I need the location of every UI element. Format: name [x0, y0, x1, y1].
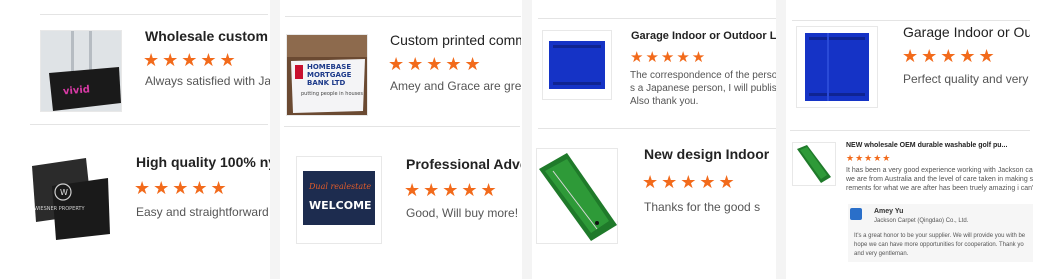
product-title[interactable]: New design Indoor [644, 146, 769, 162]
card-divider [538, 18, 776, 19]
mat-text-1: Dual realestate [308, 182, 371, 191]
review-text-line: The correspondence of the person [630, 70, 776, 81]
review-text: Good, Will buy more! [406, 206, 519, 220]
product-title[interactable]: High quality 100% nylo [136, 154, 270, 170]
star-rating: ★★★★★ [134, 178, 230, 198]
mat-text-2: WIESNER PROPERTY [34, 206, 85, 212]
review-card[interactable]: Dual realestate WELCOME Professional Adv… [284, 130, 521, 248]
card-divider [792, 20, 1030, 21]
review-text: Perfect quality and very f [903, 72, 1030, 86]
mat-image: W WIESNER PROPERTY [30, 156, 110, 240]
green-putting-mat-photo[interactable] [536, 148, 618, 244]
column-gap [776, 0, 786, 279]
mat-image: vivid [41, 31, 121, 111]
mat-text-2: MORTGAGE [307, 71, 352, 79]
mat-text-2: WELCOME [309, 199, 372, 212]
product-title[interactable]: Garage Indoor or Outd [903, 24, 1030, 40]
card-divider [284, 126, 520, 127]
star-rating: ★★★★★ [404, 180, 500, 200]
mat-image [537, 149, 617, 243]
svg-text:vivid: vivid [63, 84, 91, 97]
review-text: Easy and straightforward [136, 205, 269, 219]
review-card[interactable]: Garage Indoor or Outdoor Log ★★★★★ The c… [538, 20, 776, 124]
review-card[interactable]: W WIESNER PROPERTY High quality 100% nyl… [28, 128, 270, 246]
card-divider [40, 14, 268, 15]
product-title[interactable]: NEW wholesale OEM durable washable golf … [846, 142, 1007, 149]
star-rating: ★★★★★ [846, 153, 892, 163]
review-card[interactable]: Garage Indoor or Outd ★★★★★ Perfect qual… [792, 22, 1030, 126]
welcome-mat-photo[interactable]: Dual realestate WELCOME [296, 156, 382, 244]
card-divider [285, 16, 521, 17]
mat-image: Dual realestate WELCOME [297, 157, 381, 243]
review-text-line: we are from Australia and the level of c… [846, 176, 1033, 183]
card-divider [538, 128, 776, 129]
review-card[interactable]: HOMEBASE MORTGAGE BANK LTD putting peopl… [284, 18, 521, 122]
card-divider [790, 130, 1030, 131]
black-floor-mat-photo[interactable]: vivid [40, 30, 122, 112]
blue-golf-mat-photo[interactable] [542, 30, 612, 100]
star-rating: ★★★★★ [642, 172, 738, 192]
review-card[interactable]: vivid Wholesale custom pri ★★★★★ Always … [38, 16, 270, 120]
review-card[interactable]: NEW wholesale OEM durable washable golf … [788, 134, 1033, 264]
review-text: Thanks for the good s [644, 200, 761, 214]
review-text-line: rements for what we are after has been t… [846, 185, 1033, 192]
review-card[interactable]: New design Indoor ★★★★★ Thanks for the g… [534, 132, 776, 246]
mat-image [797, 27, 877, 107]
reply-text-line: hope we can have more opportunities for … [854, 242, 1024, 248]
green-putting-mat-photo[interactable] [792, 142, 836, 186]
star-rating: ★★★★★ [388, 54, 484, 74]
mat-text-4: putting people in houses [301, 91, 363, 97]
reply-text-line: It's a great honor to be your supplier. … [854, 233, 1026, 239]
mat-text-1: HOMEBASE [307, 63, 351, 71]
column-gap [522, 0, 532, 279]
column-gap [270, 0, 280, 279]
mat-image: HOMEBASE MORTGAGE BANK LTD putting peopl… [287, 35, 367, 115]
mat-image [543, 31, 611, 99]
mat-text-3: BANK LTD [307, 79, 346, 87]
mat-image [793, 143, 835, 185]
reply-author: Amey Yu [874, 208, 904, 215]
review-text: Always satisfied with Jac [145, 74, 270, 88]
card-divider [30, 124, 268, 125]
star-rating: ★★★★★ [902, 46, 998, 66]
blue-golf-mat-photo[interactable] [796, 26, 878, 108]
review-text-line: It has been a very good experience worki… [846, 167, 1033, 174]
product-title[interactable]: Custom printed comme [390, 32, 521, 48]
seller-reply: Amey Yu Jackson Carpet (Qingdao) Co., Lt… [848, 204, 1033, 262]
star-rating: ★★★★★ [143, 50, 239, 70]
wiesner-property-mats-photo[interactable]: W WIESNER PROPERTY [30, 156, 110, 240]
review-text: Amey and Grace are great [390, 79, 521, 93]
reply-company: Jackson Carpet (Qingdao) Co., Ltd. [874, 218, 969, 224]
product-title[interactable]: Wholesale custom pri [145, 28, 270, 44]
mat-text-1: W [60, 188, 68, 197]
supplier-avatar [850, 208, 862, 220]
reply-text-line: and very gentleman. [854, 251, 909, 257]
review-text-line: s a Japanese person, I will publish [630, 83, 776, 94]
product-title[interactable]: Garage Indoor or Outdoor Log [631, 30, 776, 42]
star-rating: ★★★★★ [630, 49, 708, 66]
product-title[interactable]: Professional Advert [406, 156, 521, 172]
homebase-mortgage-mat-photo[interactable]: HOMEBASE MORTGAGE BANK LTD putting peopl… [286, 34, 368, 116]
review-text-line: Also thank you. [630, 96, 699, 107]
